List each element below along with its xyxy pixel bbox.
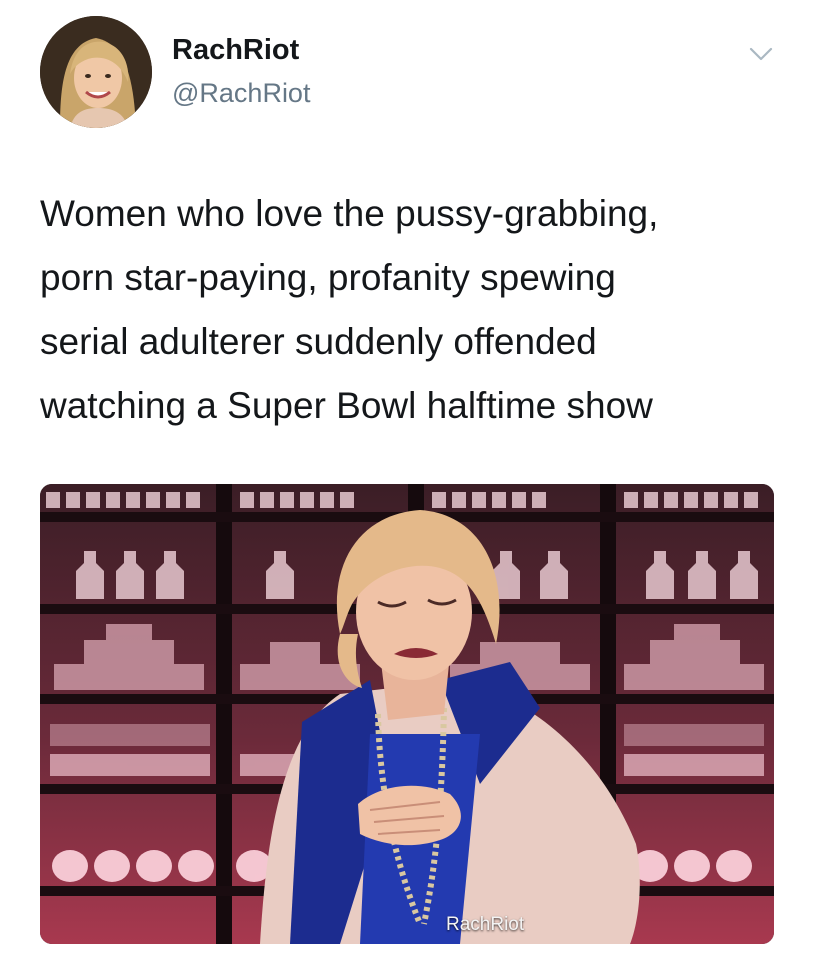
avatar-photo [40, 16, 152, 128]
media-image [40, 484, 774, 944]
tweet-line: porn star-paying, profanity spewing [40, 257, 616, 298]
tweet-line: serial adulterer suddenly offended [40, 321, 597, 362]
tweet-line: watching a Super Bowl halftime show [40, 385, 653, 426]
avatar[interactable] [40, 16, 152, 128]
chevron-down-icon[interactable] [748, 44, 774, 64]
tweet-line: Women who love the pussy-grabbing, [40, 193, 659, 234]
user-handle[interactable]: @RachRiot [172, 78, 310, 109]
media-watermark: RachRiot [446, 914, 525, 935]
tweet-media[interactable]: RachRiot [40, 484, 774, 944]
display-name[interactable]: RachRiot [172, 34, 299, 67]
tweet-text: Women who love the pussy-grabbing, porn … [40, 182, 780, 438]
